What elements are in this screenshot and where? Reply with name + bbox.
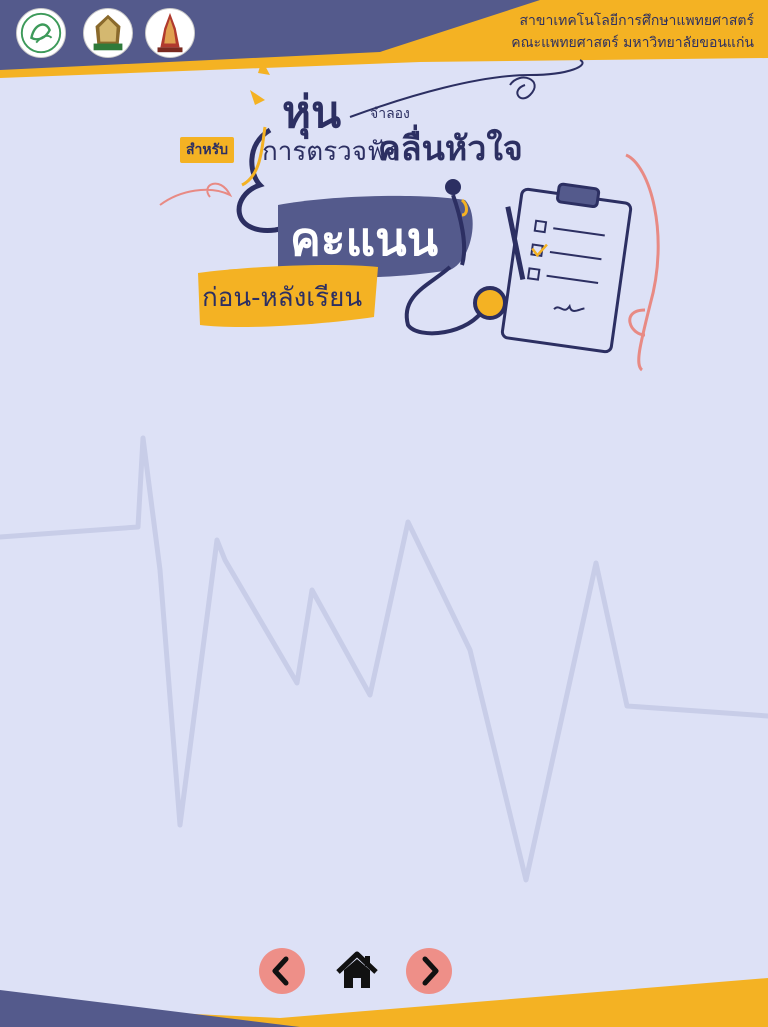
next-button[interactable] (406, 948, 452, 994)
header-line-2: คณะแพทยศาสตร์ มหาวิทยาลัยขอนแก่น (511, 35, 754, 51)
faculty-emblem-logo (145, 8, 195, 58)
chevron-left-icon (272, 956, 289, 986)
title-khlun: คลื่นหัวใจ (378, 129, 523, 169)
title-artwork: หุ่น จำลอง สำหรับ การตรวจฟัง คลื่นหัวใจ … (150, 55, 680, 385)
header-title: สาขาเทคโนโลยีการศึกษาแพทยศาสตร์ คณะแพทยศ… (511, 10, 754, 54)
medical-education-logo (16, 8, 66, 58)
home-icon (336, 951, 378, 988)
university-emblem-logo (83, 8, 133, 58)
prev-button[interactable] (259, 948, 305, 994)
title-samrap: สำหรับ (180, 137, 235, 163)
home-button[interactable] (334, 948, 380, 994)
chevron-right-icon (422, 956, 439, 986)
ecg-wave-decoration (0, 435, 768, 883)
header-line-1: สาขาเทคโนโลยีการศึกษาแพทยศาสตร์ (519, 13, 754, 29)
score-heading: คะแนน (290, 212, 439, 266)
pre-post-label: ก่อน-หลังเรียน (202, 283, 363, 313)
page: สาขาเทคโนโลยีการศึกษาแพทยศาสตร์ คณะแพทยศ… (0, 0, 768, 1027)
footer-banner (0, 978, 768, 1027)
